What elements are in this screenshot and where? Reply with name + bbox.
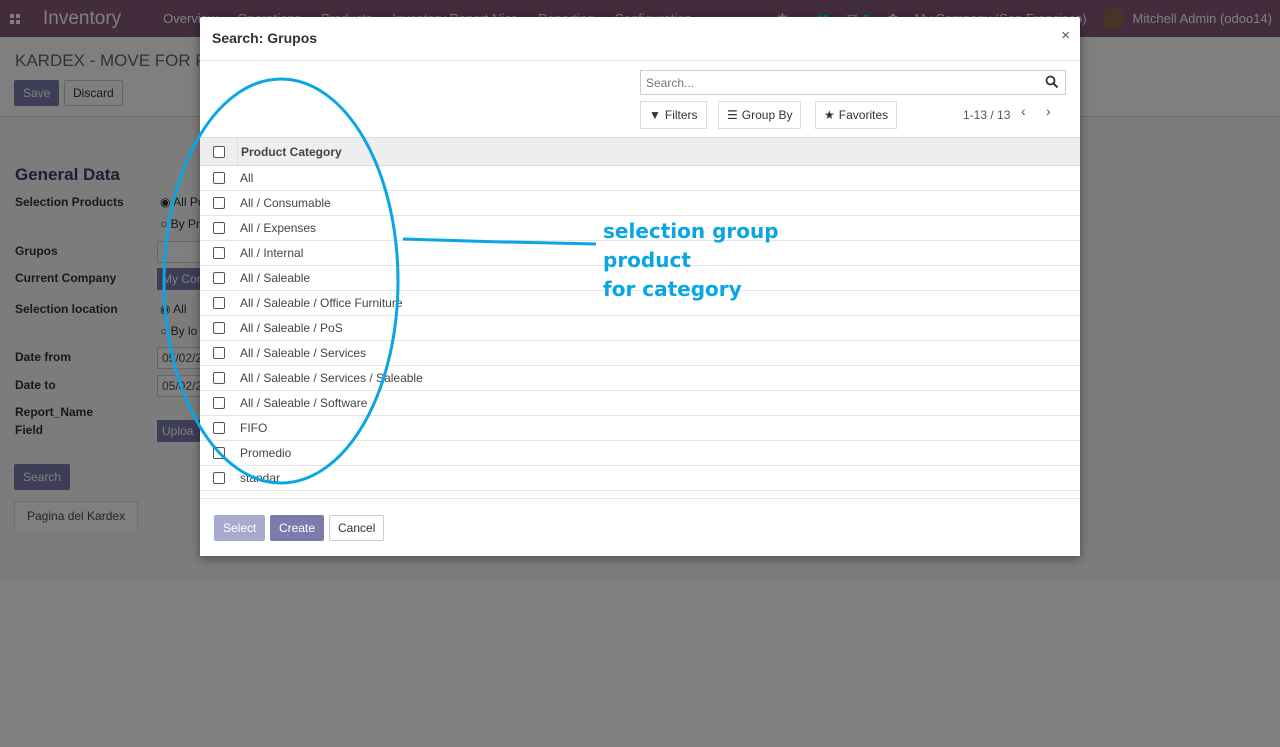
row-checkbox[interactable] bbox=[212, 422, 225, 434]
chevron-right-icon[interactable]: › bbox=[1046, 103, 1051, 119]
row-label: All bbox=[240, 171, 254, 185]
row-label: All / Saleable / Software bbox=[240, 396, 368, 410]
search-icon[interactable] bbox=[1045, 75, 1059, 89]
row-label: Promedio bbox=[240, 446, 292, 460]
favorites-button[interactable]: ★ Favorites bbox=[815, 101, 898, 129]
bars-icon: ☰ bbox=[727, 108, 738, 122]
row-checkbox[interactable] bbox=[212, 322, 225, 334]
list-item[interactable]: All / Saleable / Software bbox=[200, 391, 1080, 416]
annotation-note: selection group product for category bbox=[603, 217, 863, 304]
row-label: All / Saleable / PoS bbox=[240, 321, 343, 335]
filters-label: Filters bbox=[664, 108, 698, 122]
pager-value[interactable]: 1-13 / 13 bbox=[963, 108, 1010, 122]
row-label: All / Internal bbox=[240, 246, 304, 260]
row-checkbox[interactable] bbox=[212, 347, 225, 359]
list-item[interactable]: FIFO bbox=[200, 416, 1080, 441]
row-label: standar bbox=[240, 471, 281, 485]
row-checkbox[interactable] bbox=[212, 472, 225, 484]
row-label: All / Expenses bbox=[240, 221, 317, 235]
row-checkbox[interactable] bbox=[212, 372, 225, 384]
select-button[interactable]: Select bbox=[214, 515, 266, 541]
chevron-left-icon[interactable]: ‹ bbox=[1021, 103, 1026, 119]
category-list: Product Category All All / Consumable All … bbox=[200, 138, 1080, 498]
list-item[interactable]: All bbox=[200, 166, 1080, 191]
list-item[interactable]: Promedio bbox=[200, 441, 1080, 466]
list-item[interactable]: standar bbox=[200, 466, 1080, 491]
select-all-checkbox[interactable] bbox=[212, 145, 225, 158]
group-by-label: Group By bbox=[741, 108, 793, 122]
row-checkbox[interactable] bbox=[212, 172, 225, 184]
favorites-label: Favorites bbox=[838, 108, 889, 122]
row-label: All / Saleable bbox=[240, 271, 311, 285]
row-label: All / Consumable bbox=[240, 196, 331, 210]
row-label: All / Saleable / Services bbox=[240, 346, 367, 360]
group-by-button[interactable]: ☰ Group By bbox=[718, 101, 802, 129]
annotation-line-1: selection group product bbox=[603, 219, 779, 272]
row-checkbox[interactable] bbox=[212, 222, 225, 234]
filter-icon: ▼ bbox=[649, 108, 661, 122]
row-label: All / Saleable / Services / Saleable bbox=[240, 371, 423, 385]
list-item[interactable]: All / Saleable / Services / Saleable bbox=[200, 366, 1080, 391]
list-header: Product Category bbox=[200, 138, 1080, 166]
row-checkbox[interactable] bbox=[212, 447, 225, 459]
column-product-category[interactable]: Product Category bbox=[237, 138, 342, 166]
row-checkbox[interactable] bbox=[212, 197, 225, 209]
close-icon[interactable]: × bbox=[1061, 27, 1070, 44]
modal-header: Search: Grupos × bbox=[200, 17, 1080, 61]
create-button[interactable]: Create bbox=[270, 515, 325, 541]
cancel-button[interactable]: Cancel bbox=[329, 515, 385, 541]
list-item[interactable]: All / Saleable / Services bbox=[200, 341, 1080, 366]
modal-footer: Select Create Cancel bbox=[200, 498, 1080, 556]
list-item[interactable]: All / Saleable / PoS bbox=[200, 316, 1080, 341]
modal-title: Search: Grupos bbox=[212, 30, 318, 46]
row-label: FIFO bbox=[240, 421, 268, 435]
dialog-control-panel: ▼ Filters ☰ Group By ★ Favorites 1-13 / … bbox=[200, 61, 1080, 138]
row-checkbox[interactable] bbox=[212, 397, 225, 409]
star-icon: ★ bbox=[824, 108, 835, 122]
list-item[interactable]: All / Consumable bbox=[200, 191, 1080, 216]
search-box bbox=[640, 70, 1066, 95]
row-checkbox[interactable] bbox=[212, 297, 225, 309]
search-input[interactable] bbox=[641, 71, 1031, 94]
row-label: All / Saleable / Office Furniture bbox=[240, 296, 403, 310]
row-checkbox[interactable] bbox=[212, 272, 225, 284]
row-checkbox[interactable] bbox=[212, 247, 225, 259]
annotation-line-2: for category bbox=[603, 277, 742, 301]
filters-button[interactable]: ▼ Filters bbox=[640, 101, 707, 129]
